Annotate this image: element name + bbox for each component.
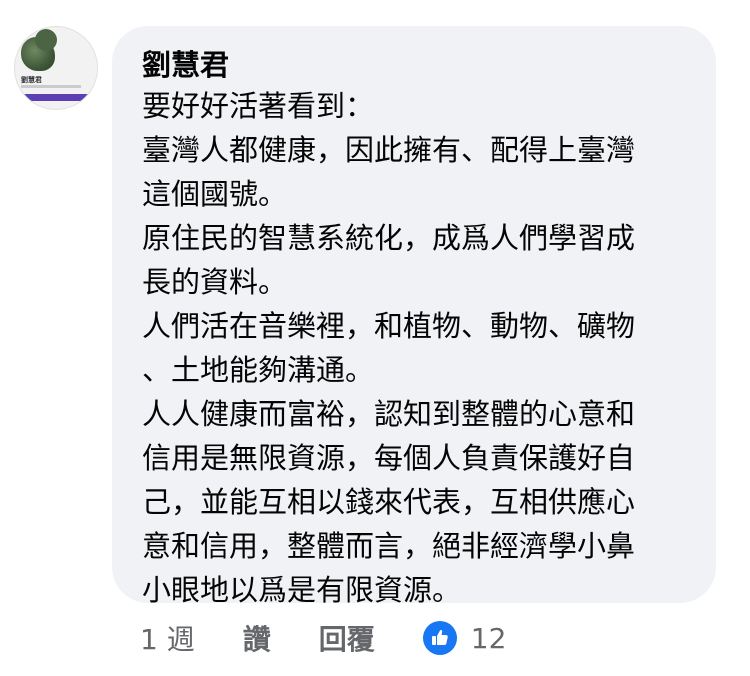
avatar-caption-line [21, 85, 81, 88]
comment-line: 、土地能夠溝通。 [142, 353, 375, 387]
avatar[interactable]: 劉慧君 [14, 26, 98, 110]
comment-line: 臺灣人都健康，因此擁有、配得上臺灣 [142, 133, 636, 167]
reply-button[interactable]: 回覆 [319, 618, 375, 658]
avatar-name-text: 劉慧君 [21, 76, 42, 84]
comment-actions: 1 週 讚 回覆 12 [140, 614, 506, 662]
comment-timestamp[interactable]: 1 週 [140, 618, 195, 658]
comment-line: 意和信用，整體而言，絕非經濟學小鼻 [142, 529, 636, 563]
comment-line: 信用是無限資源，每個人負責保護好自 [142, 441, 636, 475]
comment-line: 人們活在音樂裡，和植物、動物、礦物 [142, 309, 636, 343]
avatar-photo-foliage [35, 29, 57, 51]
comment-author[interactable]: 劉慧君 [142, 46, 692, 84]
reaction-count: 12 [470, 621, 507, 655]
comment-line: 人人健康而富裕，認知到整體的心意和 [142, 397, 636, 431]
reaction-summary[interactable]: 12 [422, 621, 507, 655]
thumbs-up-icon [422, 621, 457, 655]
like-button[interactable]: 讚 [243, 618, 271, 658]
comment-line: 要好好活著看到： [142, 89, 375, 123]
comment-item: 劉慧君 劉慧君 要好好活著看到： 臺灣人都健康，因此擁有、配得上臺灣 這個國號。… [0, 0, 750, 676]
comment-line: 小眼地以爲是有限資源。 [142, 573, 462, 607]
avatar-frame-bar [15, 94, 97, 101]
comment-line: 己，並能互相以錢來代表，互相供應心 [142, 485, 636, 519]
comment-bubble: 劉慧君 要好好活著看到： 臺灣人都健康，因此擁有、配得上臺灣 這個國號。 原住民… [112, 26, 716, 607]
comment-line: 原住民的智慧系統化，成爲人們學習成 [142, 221, 636, 255]
comment-body: 要好好活著看到： 臺灣人都健康，因此擁有、配得上臺灣 這個國號。 原住民的智慧系… [142, 84, 692, 612]
comment-line: 這個國號。 [142, 177, 288, 211]
comment-line: 長的資料。 [142, 265, 288, 299]
